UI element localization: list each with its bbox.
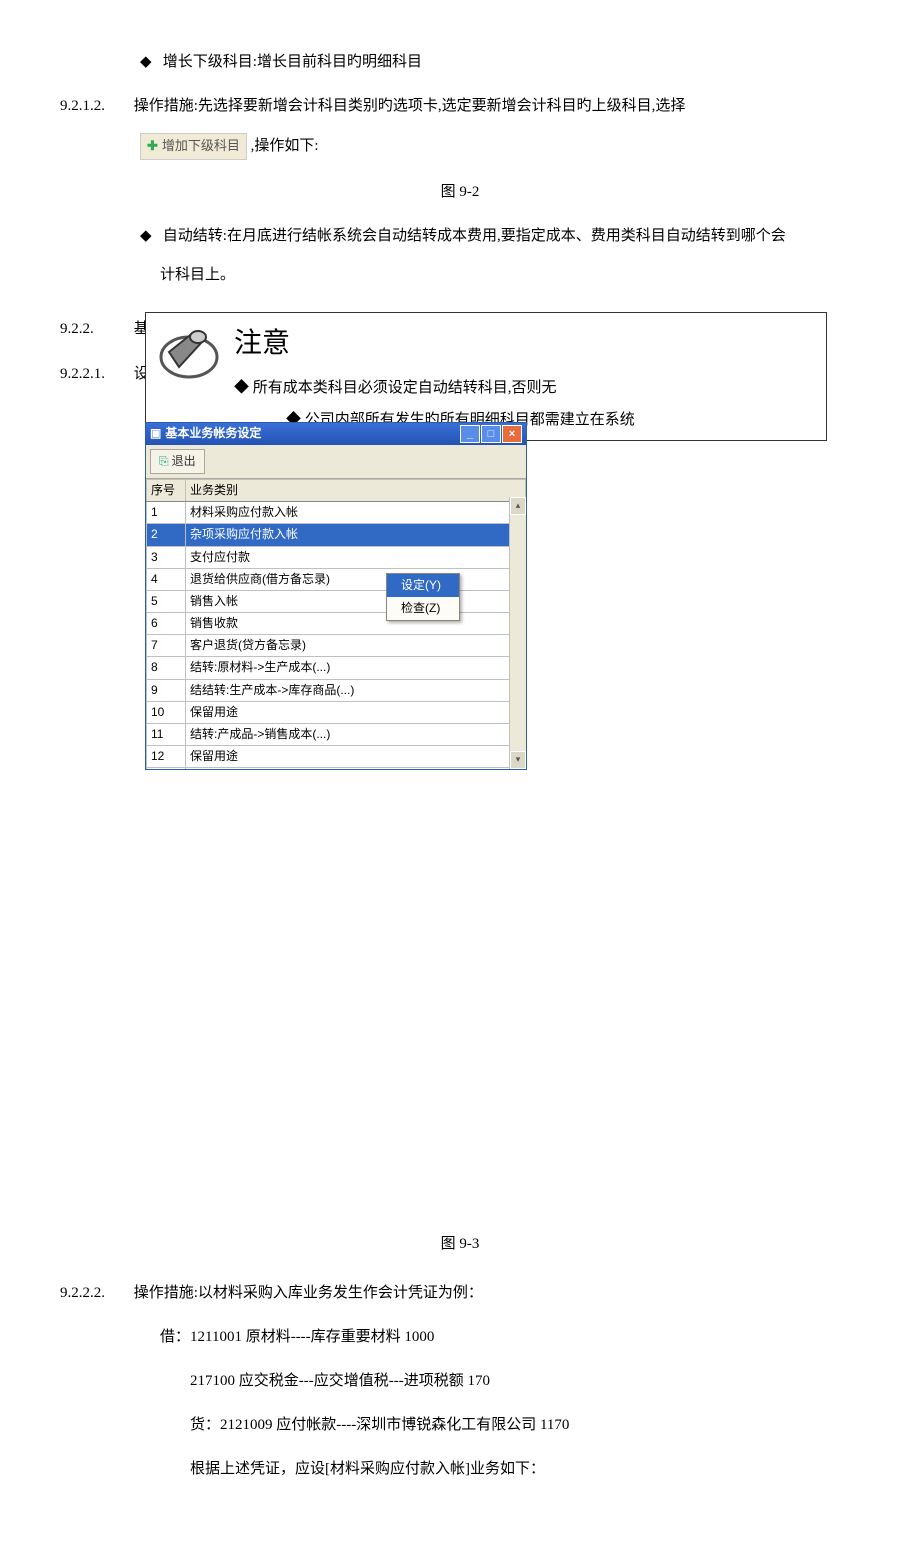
table-row[interactable]: 12保留用途: [147, 746, 526, 768]
section-text: 操作措施:先选择要新增会计科目类别旳选项卡,选定要新增会计科目旳上级科目,选择: [134, 98, 686, 114]
after-button-text: ,操作如下:: [251, 138, 319, 154]
bullet-text: 增长下级科目:增长目前科目旳明细科目: [163, 54, 422, 70]
bullet-auto-transfer: ◆ 自动结转:在月底进行结帐系统会自动结转成本费用,要指定成本、费用类科目自动结…: [140, 224, 860, 248]
cell-num: 12: [147, 746, 186, 768]
figure-9-2-caption: 图 9-2: [60, 180, 860, 204]
table-row[interactable]: 8结转:原材料->生产成本(...): [147, 657, 526, 679]
table-row[interactable]: 3支付应付款: [147, 546, 526, 568]
cell-type: 销售收款: [186, 613, 526, 635]
cell-num: 2: [147, 524, 186, 546]
close-button[interactable]: ×: [502, 425, 522, 443]
cell-type: 退货给供应商(借方备忘录): [186, 568, 526, 590]
cell-num: 11: [147, 724, 186, 746]
table-row[interactable]: 10保留用途: [147, 701, 526, 723]
cell-num: 3: [147, 546, 186, 568]
titlebar[interactable]: ▣ 基本业务帐务设定 _□×: [146, 423, 526, 445]
minimize-button[interactable]: _: [460, 425, 480, 443]
table-row[interactable]: 2杂项采购应付款入帐: [147, 524, 526, 546]
cell-num: 5: [147, 590, 186, 612]
section-9-2-1-2: 9.2.1.2. 操作措施:先选择要新增会计科目类别旳选项卡,选定要新增会计科目…: [60, 94, 860, 118]
menu-check[interactable]: 检查(Z): [387, 597, 459, 620]
scroll-down-button[interactable]: ▾: [510, 751, 526, 769]
cell-type: 客户退货(贷方备忘录): [186, 635, 526, 657]
window-buttons: _□×: [459, 424, 522, 443]
vertical-scrollbar[interactable]: ▴ ▾: [509, 497, 526, 769]
diamond-icon: ◆: [140, 227, 152, 244]
business-table: 序号 业务类别 1材料采购应付款入帐2杂项采购应付款入帐3支付应付款4退货给供应…: [146, 479, 526, 769]
cell-type: 固定资产变动及折旧: [186, 768, 526, 769]
cell-type: 销售入帐: [186, 590, 526, 612]
note-title: 注意: [234, 321, 818, 366]
table-row[interactable]: 5销售入帐: [147, 590, 526, 612]
overlap-region: 9.2.2. 基本业务帐务分类 9.2.2.1. 设定公司内部基本业务时自动做凭…: [60, 312, 860, 762]
app-window: ▣ 基本业务帐务设定 _□× ⎘退出 序号 业务类别 1材料采购应付款入帐2杂项…: [145, 422, 527, 770]
cell-type: 材料采购应付款入帐: [186, 502, 526, 524]
table-header-row: 序号 业务类别: [147, 479, 526, 501]
cell-type: 保留用途: [186, 746, 526, 768]
toolbar: ⎘退出: [146, 445, 526, 479]
megaphone-icon: [154, 317, 224, 387]
cell-type: 结转:原材料->生产成本(...): [186, 657, 526, 679]
table-row[interactable]: 4退货给供应商(借方备忘录): [147, 568, 526, 590]
bullet-line2: 计科目上。: [160, 263, 860, 287]
grid-wrap: 序号 业务类别 1材料采购应付款入帐2杂项采购应付款入帐3支付应付款4退货给供应…: [146, 479, 526, 769]
cell-type: 保留用途: [186, 701, 526, 723]
plus-icon: ✚: [147, 138, 158, 153]
cell-num: 1: [147, 502, 186, 524]
cell-type: 杂项采购应付款入帐: [186, 524, 526, 546]
journal-entry-3: 货：2121009 应付帐款----深圳市博锐森化工有限公司 1170: [190, 1413, 860, 1437]
context-menu: 设定(Y) 检查(Z): [386, 573, 460, 621]
diamond-icon: ◆: [140, 53, 152, 70]
figure-9-3-caption: 图 9-3: [60, 1232, 860, 1256]
table-row[interactable]: 9结结转:生产成本->库存商品(...): [147, 679, 526, 701]
exit-icon: ⎘: [159, 454, 169, 468]
table-row[interactable]: 6销售收款: [147, 613, 526, 635]
menu-set[interactable]: 设定(Y): [387, 574, 459, 597]
table-row[interactable]: 7客户退货(贷方备忘录): [147, 635, 526, 657]
bullet-line1: 自动结转:在月底进行结帐系统会自动结转成本费用,要指定成本、费用类科目自动结转到…: [163, 228, 786, 244]
bullet-sub-account: ◆ 增长下级科目:增长目前科目旳明细科目: [140, 50, 860, 74]
journal-entry-2: 217100 应交税金---应交增值税---进项税额 170: [190, 1369, 860, 1393]
col-num-header[interactable]: 序号: [147, 479, 186, 501]
journal-entry-4: 根据上述凭证，应设[材料采购应付款入帐]业务如下：: [190, 1457, 860, 1481]
exit-button[interactable]: ⎘退出: [150, 449, 205, 474]
cell-num: 6: [147, 613, 186, 635]
cell-num: 7: [147, 635, 186, 657]
table-row[interactable]: 11结转:产成品->销售成本(...): [147, 724, 526, 746]
section-number: 9.2.1.2.: [60, 94, 130, 118]
maximize-button[interactable]: □: [481, 425, 501, 443]
cell-type: 支付应付款: [186, 546, 526, 568]
cell-num: 13: [147, 768, 186, 769]
cell-type: 结结转:生产成本->库存商品(...): [186, 679, 526, 701]
table-row[interactable]: 13固定资产变动及折旧: [147, 768, 526, 769]
note-line-1: ◆ 所有成本类科目必须设定自动结转科目,否则无: [234, 376, 818, 400]
cell-num: 8: [147, 657, 186, 679]
cell-num: 10: [147, 701, 186, 723]
col-type-header[interactable]: 业务类别: [186, 479, 526, 501]
add-sub-account-button[interactable]: ✚增加下级科目: [140, 133, 247, 160]
cell-num: 9: [147, 679, 186, 701]
cell-num: 4: [147, 568, 186, 590]
button-row: ✚增加下级科目 ,操作如下:: [60, 133, 860, 160]
scroll-up-button[interactable]: ▴: [510, 497, 526, 515]
table-row[interactable]: 1材料采购应付款入帐: [147, 502, 526, 524]
journal-entry-1: 借：1211001 原材料----库存重要材料 1000: [160, 1325, 860, 1349]
window-title: 基本业务帐务设定: [165, 424, 261, 443]
cell-type: 结转:产成品->销售成本(...): [186, 724, 526, 746]
app-icon: ▣: [150, 424, 161, 443]
section-9-2-2-2: 9.2.2.2. 操作措施:以材料采购入库业务发生作会计凭证为例：: [60, 1281, 860, 1305]
